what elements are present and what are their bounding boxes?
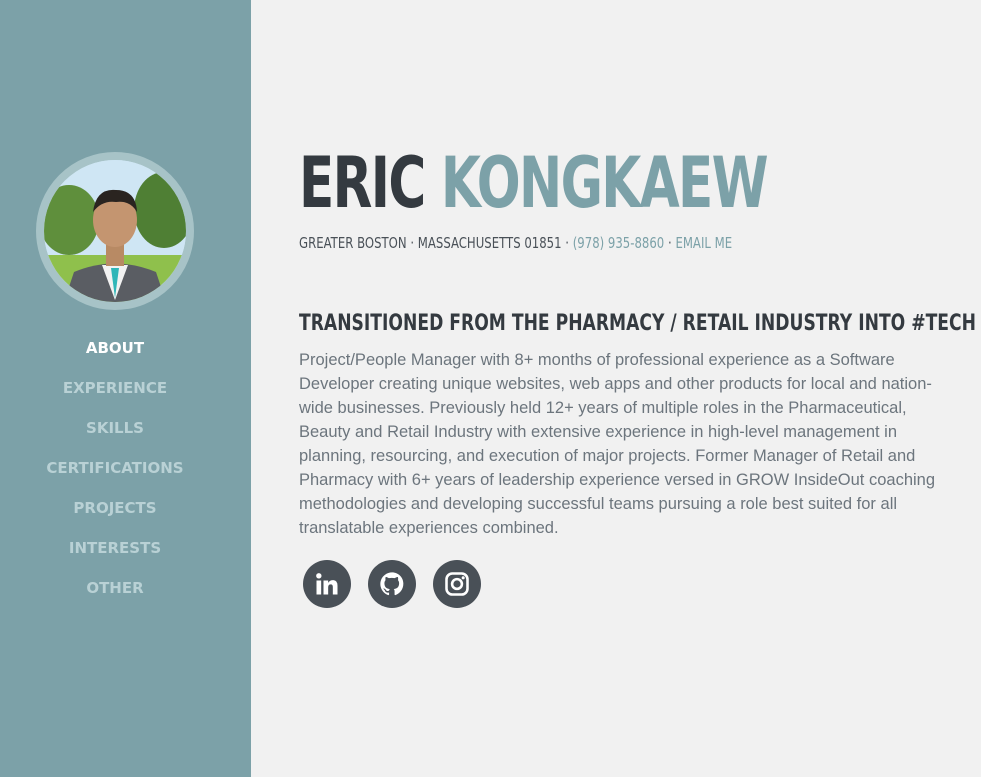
nav-item-other[interactable]: OTHER xyxy=(0,568,230,608)
email-link[interactable]: EMAIL ME xyxy=(675,234,732,252)
social-icons xyxy=(303,560,498,608)
github-button[interactable] xyxy=(368,560,416,608)
about-bio: Project/People Manager with 8+ months of… xyxy=(299,351,936,537)
instagram-icon xyxy=(445,572,469,596)
first-name: ERIC xyxy=(299,142,426,224)
nav-item-interests[interactable]: INTERESTS xyxy=(0,528,230,568)
linkedin-button[interactable] xyxy=(303,560,351,608)
instagram-button[interactable] xyxy=(433,560,481,608)
page-title: ERIC KONGKAEW xyxy=(299,138,769,228)
sidebar-nav: ABOUT EXPERIENCE SKILLS CERTIFICATIONS P… xyxy=(0,328,230,608)
profile-avatar xyxy=(36,152,194,310)
nav-item-about[interactable]: ABOUT xyxy=(0,328,230,368)
nav-item-certifications[interactable]: CERTIFICATIONS xyxy=(0,448,230,488)
linkedin-icon xyxy=(316,573,338,595)
last-name: KONGKAEW xyxy=(440,142,769,224)
nav-item-projects[interactable]: PROJECTS xyxy=(0,488,230,528)
about-headline: TRANSITIONED FROM THE PHARMACY / RETAIL … xyxy=(299,311,976,336)
address: GREATER BOSTON · MASSACHUSETTS 01851 · xyxy=(299,234,570,252)
sidebar: ABOUT EXPERIENCE SKILLS CERTIFICATIONS P… xyxy=(0,0,251,777)
contact-separator: · xyxy=(667,234,672,252)
nav-item-experience[interactable]: EXPERIENCE xyxy=(0,368,230,408)
phone-link[interactable]: (978) 935-8860 xyxy=(573,234,665,252)
contact-line: GREATER BOSTON · MASSACHUSETTS 01851 · (… xyxy=(299,233,732,253)
nav-item-skills[interactable]: SKILLS xyxy=(0,408,230,448)
profile-photo xyxy=(44,160,186,302)
github-icon xyxy=(380,572,404,596)
